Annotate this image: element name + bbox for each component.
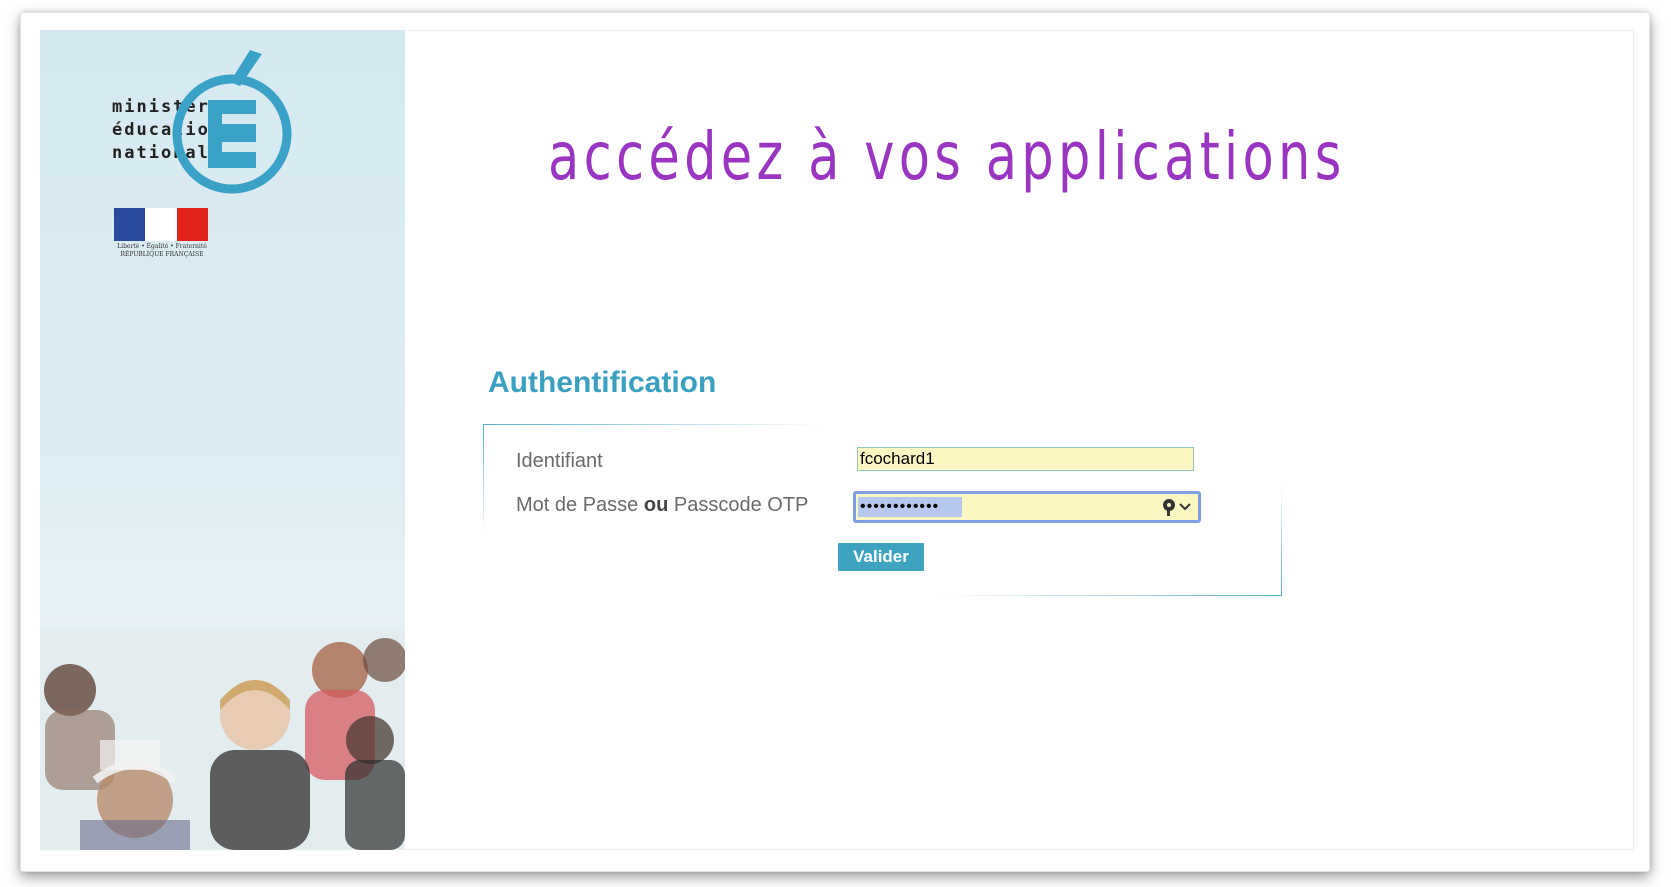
identifiant-input[interactable] <box>857 447 1194 471</box>
password-label: Mot de Passe ou Passcode OTP <box>516 494 808 517</box>
republique-francaise-flag <box>114 208 208 241</box>
password-input[interactable] <box>858 496 1162 518</box>
identifiant-label: Identifiant <box>516 450 603 472</box>
form-border-right <box>1281 486 1282 596</box>
form-border-top <box>483 424 823 425</box>
republique-name: RÉPUBLIQUE FRANÇAISE <box>120 251 204 258</box>
republique-motto: Liberté • Égalité • Fraternité <box>117 243 207 250</box>
auth-section-title: Authentification <box>488 366 717 399</box>
password-label-suffix: Passcode OTP <box>673 494 809 516</box>
valider-button[interactable]: Valider <box>838 543 924 571</box>
students-photo <box>40 630 405 850</box>
password-field[interactable] <box>853 491 1201 523</box>
republique-caption: Liberté • Égalité • Fraternité RÉPUBLIQU… <box>112 243 212 259</box>
form-border-bottom <box>942 595 1282 596</box>
sidebar: ministère éducation nationale Liberté • … <box>40 30 405 850</box>
password-label-or: ou <box>643 494 669 516</box>
chevron-down-icon <box>1179 503 1191 511</box>
key-icon[interactable] <box>1160 497 1192 517</box>
ministry-logo-icon <box>172 50 292 194</box>
form-border-left <box>483 424 484 534</box>
page-title: accédez à vos applications <box>548 118 1346 195</box>
password-label-prefix: Mot de Passe <box>516 494 639 516</box>
